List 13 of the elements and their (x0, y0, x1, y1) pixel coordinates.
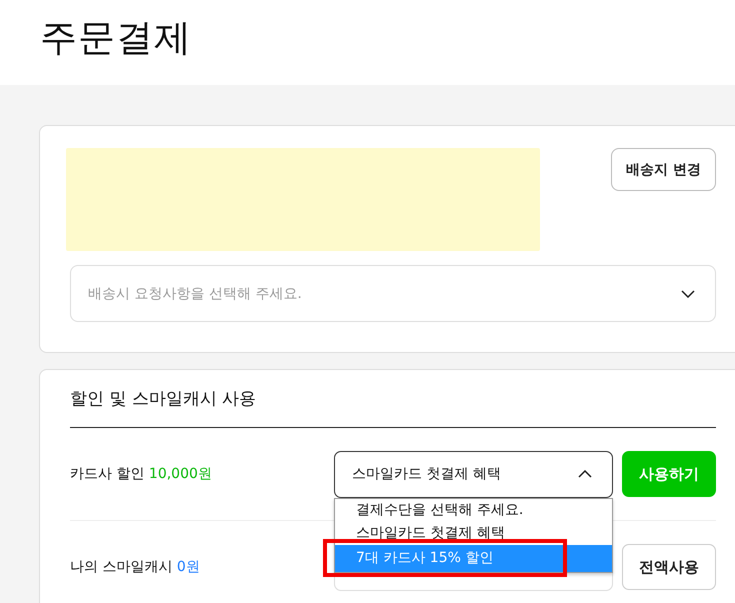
smile-cash-label: 나의 스마일캐시 0원 (70, 558, 201, 576)
chevron-up-icon (578, 470, 592, 478)
select-value: 스마일카드 첫결제 혜택 (352, 465, 501, 483)
section-title: 할인 및 스마일캐시 사용 (70, 388, 256, 411)
card-benefit-select[interactable]: 스마일카드 첫결제 혜택 (334, 450, 613, 498)
chevron-down-icon (681, 290, 695, 298)
card-discount-label: 카드사 할인 10,000원 (70, 465, 213, 483)
page-title: 주문결제 (40, 15, 192, 61)
dropdown-option[interactable]: 결제수단을 선택해 주세요. (335, 499, 612, 522)
select-placeholder: 배송시 요청사항을 선택해 주세요. (88, 284, 302, 302)
change-address-button[interactable]: 배송지 변경 (611, 148, 716, 191)
use-all-button[interactable]: 전액사용 (622, 544, 716, 590)
dropdown-option[interactable]: 스마일카드 첫결제 혜택 (335, 522, 612, 545)
